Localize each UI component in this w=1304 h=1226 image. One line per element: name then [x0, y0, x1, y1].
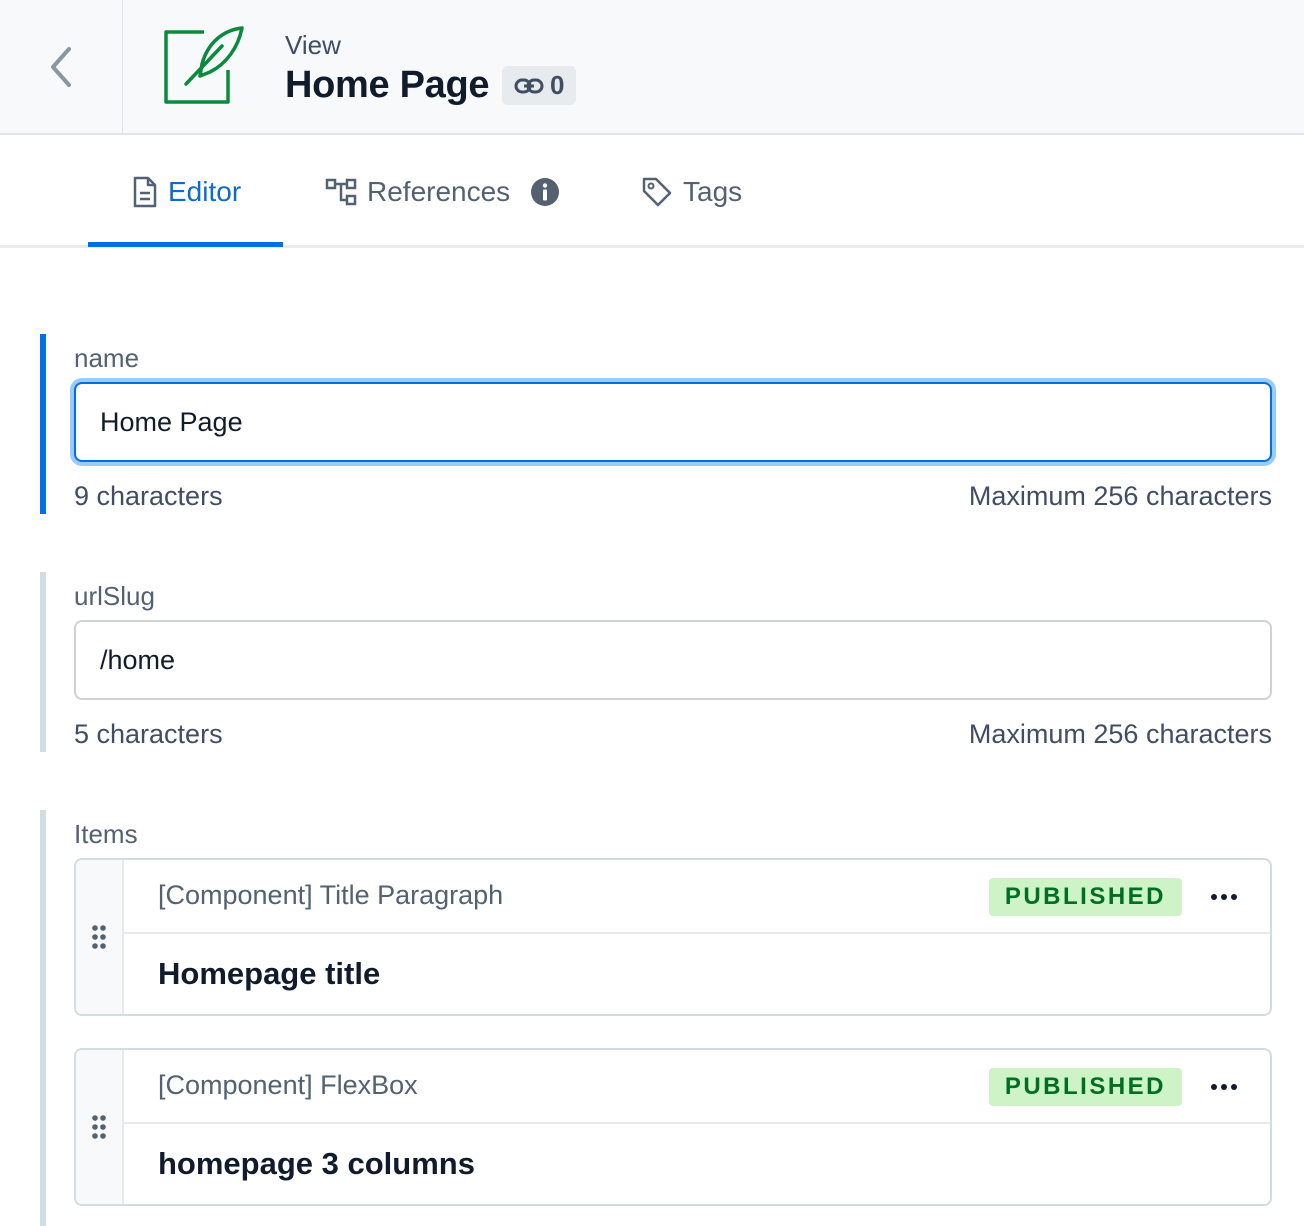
tab-references[interactable]: References [325, 135, 560, 248]
entry-header: View Home Page 0 [0, 0, 1304, 135]
chevron-left-icon [51, 46, 71, 87]
more-actions-button[interactable] [1206, 882, 1242, 912]
field-name-focus-bar [40, 334, 46, 514]
more-dot [1211, 894, 1217, 900]
tab-references-label: References [367, 175, 511, 207]
reference-count: 0 [550, 70, 565, 100]
field-urlslug-bar [40, 572, 46, 752]
name-input[interactable] [74, 382, 1272, 462]
item-card-header: [Component] FlexBox PUBLISHED [124, 1050, 1270, 1124]
tab-tags[interactable]: Tags [641, 135, 742, 248]
tab-editor-label: Editor [168, 175, 242, 207]
entry-tabs: Editor References Tags [0, 135, 1304, 248]
more-dot [1221, 894, 1227, 900]
name-char-count: 9 characters [74, 481, 223, 511]
tab-editor[interactable]: Editor [132, 135, 241, 248]
item-title[interactable]: Homepage title [158, 956, 380, 992]
drag-handle[interactable] [76, 1050, 124, 1204]
urlslug-input[interactable] [74, 620, 1272, 700]
hierarchy-icon [325, 178, 357, 205]
field-urlslug-label: urlSlug [74, 581, 155, 611]
document-icon [133, 176, 157, 207]
feather-edit-icon [164, 26, 244, 104]
item-card[interactable]: [Component] FlexBox PUBLISHED homepage 3… [74, 1048, 1272, 1206]
item-title[interactable]: homepage 3 columns [158, 1146, 475, 1182]
status-badge: PUBLISHED [988, 878, 1182, 916]
active-tab-indicator [88, 242, 283, 247]
more-dot [1231, 894, 1237, 900]
field-items-label: Items [74, 819, 138, 849]
page-title: Home Page [285, 64, 490, 106]
more-dot [1211, 1084, 1217, 1090]
drag-handle[interactable] [76, 860, 124, 1014]
status-badge: PUBLISHED [988, 1068, 1182, 1106]
item-card-header: [Component] Title Paragraph PUBLISHED [124, 860, 1270, 934]
reference-count-badge[interactable]: 0 [502, 66, 577, 105]
urlslug-max-length: Maximum 256 characters [968, 719, 1272, 749]
more-dot [1221, 1084, 1227, 1090]
drag-dots-icon [92, 1115, 106, 1139]
item-content-type: [Component] Title Paragraph [158, 880, 504, 910]
item-content-type: [Component] FlexBox [158, 1070, 418, 1100]
field-items-bar [40, 810, 46, 1226]
content-type-label: View [285, 30, 341, 60]
more-dot [1231, 1084, 1237, 1090]
more-actions-button[interactable] [1206, 1072, 1242, 1102]
back-button[interactable] [0, 0, 123, 133]
drag-dots-icon [92, 925, 106, 949]
field-name-label: name [74, 343, 140, 373]
urlslug-char-count: 5 characters [74, 719, 223, 749]
tab-tags-label: Tags [683, 175, 743, 207]
tag-icon [642, 177, 672, 206]
item-card[interactable]: [Component] Title Paragraph PUBLISHED Ho… [74, 858, 1272, 1016]
name-max-length: Maximum 256 characters [968, 481, 1272, 511]
info-icon[interactable] [530, 177, 560, 207]
link-icon [514, 78, 544, 93]
